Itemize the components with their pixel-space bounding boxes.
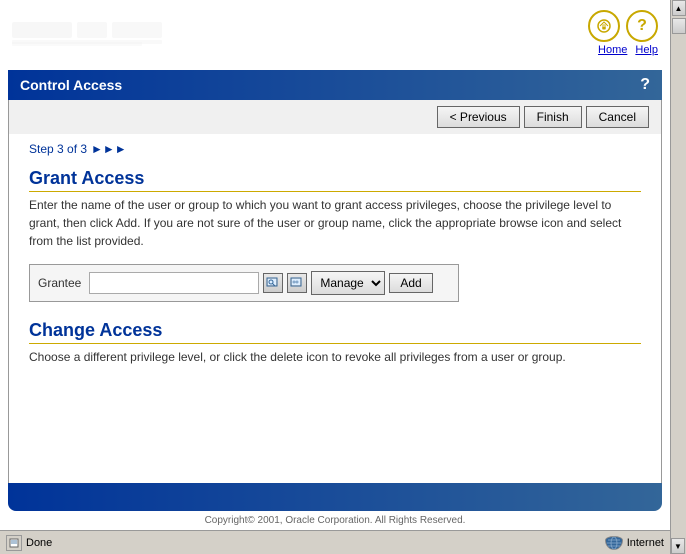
control-access-banner: Control Access ? xyxy=(8,70,662,100)
change-access-section: Change Access Choose a different privile… xyxy=(29,320,641,366)
main-content: Step 3 of 3 ►►► Grant Access Enter the n… xyxy=(8,134,662,483)
grantee-input[interactable] xyxy=(89,272,259,294)
copyright-text: Copyright© 2001, Oracle Corporation. All… xyxy=(205,515,466,526)
question-icon: ? xyxy=(637,17,647,35)
change-access-title: Change Access xyxy=(29,320,641,344)
internet-label: Internet xyxy=(627,537,664,549)
step-arrows: ►►► xyxy=(91,142,127,156)
scrollbar[interactable]: ▲ ▼ xyxy=(670,0,686,554)
done-label: Done xyxy=(26,537,52,549)
grantee-row: Grantee xyxy=(29,264,459,302)
home-link[interactable]: Home xyxy=(598,44,627,56)
footer: Copyright© 2001, Oracle Corporation. All… xyxy=(8,511,662,530)
browse-users-button[interactable] xyxy=(263,273,283,293)
scroll-up-button[interactable]: ▲ xyxy=(672,0,686,16)
status-bar: Done Internet xyxy=(0,530,670,554)
top-header: ? Home Help xyxy=(0,0,670,70)
privilege-select[interactable]: Manage View None xyxy=(311,271,385,295)
finish-button[interactable]: Finish xyxy=(524,106,582,128)
add-button[interactable]: Add xyxy=(389,273,432,293)
help-icon-button[interactable]: ? xyxy=(626,10,658,42)
banner-title: Control Access xyxy=(20,77,122,93)
home-icon-button[interactable] xyxy=(588,10,620,42)
browse-groups-button[interactable] xyxy=(287,273,307,293)
page-icon xyxy=(6,535,22,551)
step-indicator: Step 3 of 3 ►►► xyxy=(29,142,641,156)
scroll-thumb[interactable] xyxy=(672,18,686,34)
grantee-label: Grantee xyxy=(38,276,81,290)
logo-area xyxy=(12,6,172,58)
grant-access-description: Enter the name of the user or group to w… xyxy=(29,196,641,250)
status-internet: Internet xyxy=(605,536,664,550)
top-nav: ? Home Help xyxy=(588,6,658,56)
internet-icon xyxy=(605,536,623,550)
nav-icons: ? xyxy=(588,10,658,42)
banner-help-icon[interactable]: ? xyxy=(640,76,650,94)
logo xyxy=(12,14,172,58)
help-link[interactable]: Help xyxy=(635,44,658,56)
bottom-bar xyxy=(8,483,662,511)
grant-access-section: Grant Access Enter the name of the user … xyxy=(29,168,641,302)
toolbar: < Previous Finish Cancel xyxy=(8,100,662,134)
top-nav-links: Home Help xyxy=(598,44,658,56)
status-done: Done xyxy=(6,535,52,551)
scroll-down-button[interactable]: ▼ xyxy=(671,538,685,554)
grant-access-title: Grant Access xyxy=(29,168,641,192)
change-access-description: Choose a different privilege level, or c… xyxy=(29,348,641,366)
previous-button[interactable]: < Previous xyxy=(437,106,520,128)
step-label: Step 3 of 3 xyxy=(29,142,87,156)
cancel-button[interactable]: Cancel xyxy=(586,106,649,128)
